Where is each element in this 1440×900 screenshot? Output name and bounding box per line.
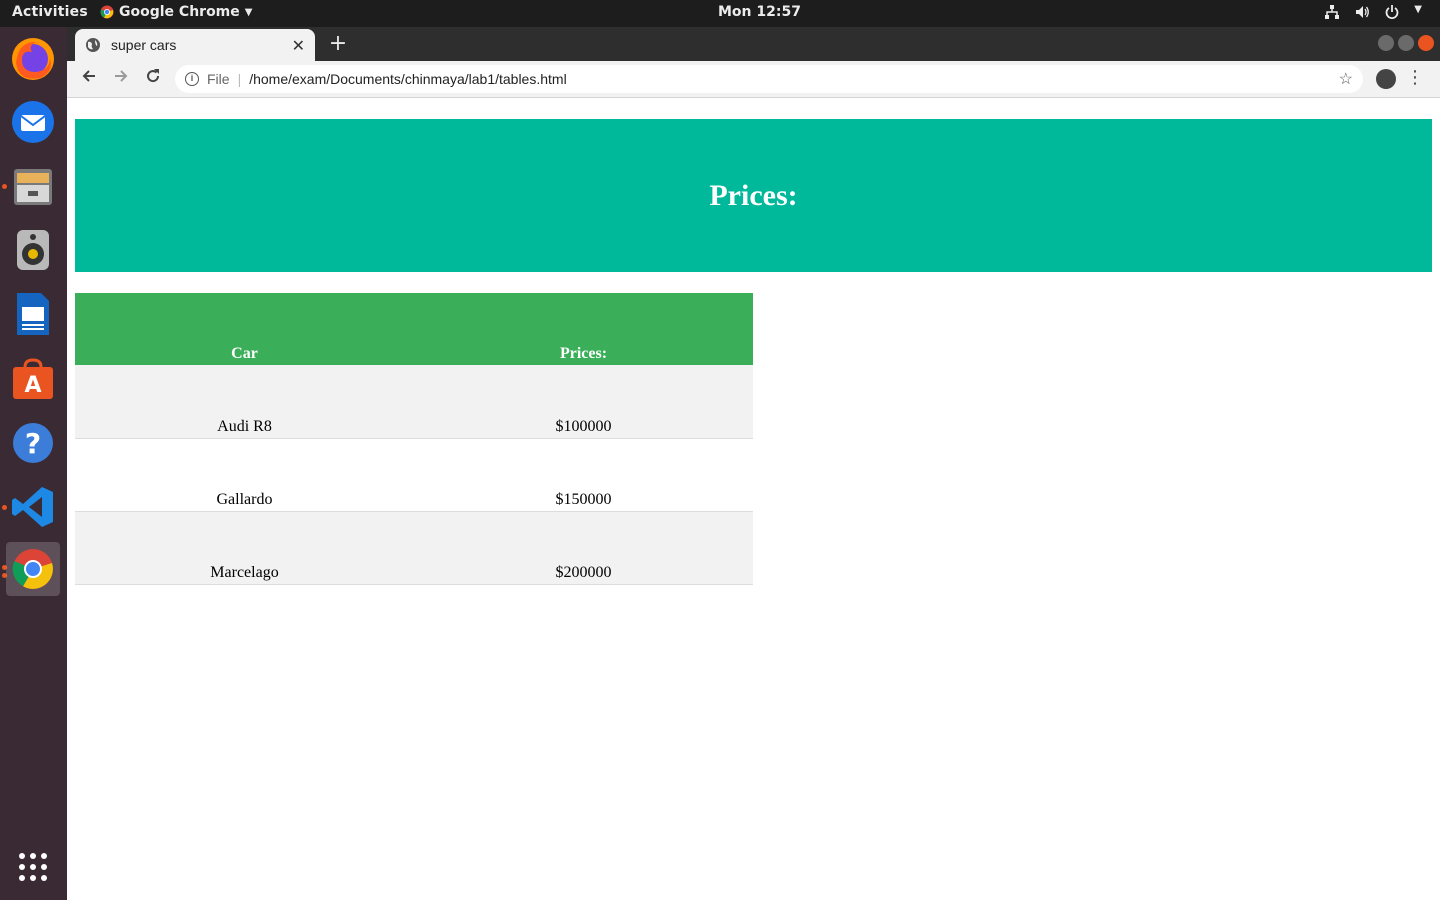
- column-header-car: Car: [75, 293, 414, 365]
- column-header-price: Prices:: [414, 293, 753, 365]
- profile-avatar-icon[interactable]: [1376, 69, 1396, 89]
- app-menu[interactable]: Google Chrome ▼: [100, 4, 252, 20]
- reload-button[interactable]: [141, 67, 165, 91]
- system-top-bar: Activities Google Chrome ▼ Mon 12:57 ▼: [0, 0, 1440, 27]
- price-cell: $100000: [414, 365, 753, 439]
- page-heading: Prices:: [709, 178, 798, 212]
- browser-toolbar: i File | /home/exam/Documents/chinmaya/l…: [67, 61, 1440, 98]
- software-center-icon: A: [13, 358, 53, 399]
- minimize-button[interactable]: [1378, 35, 1394, 51]
- forward-button[interactable]: [109, 67, 133, 91]
- browser-tab-strip: super cars ✕ +: [67, 27, 1440, 61]
- back-button[interactable]: [77, 67, 101, 91]
- new-tab-button[interactable]: +: [325, 31, 351, 57]
- dock-writer[interactable]: [6, 287, 60, 341]
- app-menu-label: Google Chrome: [119, 4, 240, 20]
- car-cell: Marcelago: [75, 511, 414, 585]
- writer-icon: [17, 293, 49, 335]
- power-icon: [1385, 5, 1399, 19]
- network-icon: [1325, 5, 1340, 19]
- thunderbird-icon: [12, 101, 54, 143]
- car-cell: Audi R8: [75, 365, 414, 439]
- table-row: Marcelago $200000: [75, 511, 753, 585]
- chrome-small-icon: [100, 5, 114, 19]
- dock: A ?: [0, 27, 67, 900]
- dock-firefox[interactable]: [6, 32, 60, 86]
- dock-software[interactable]: A: [6, 352, 60, 406]
- chevron-down-icon: ▼: [1414, 4, 1422, 15]
- svg-text:A: A: [24, 373, 41, 398]
- app-grid-icon: [19, 853, 47, 881]
- volume-icon: [1356, 6, 1370, 18]
- vscode-icon: [12, 487, 53, 527]
- chrome-icon: [12, 549, 53, 589]
- globe-icon: [86, 38, 100, 52]
- url-separator: |: [237, 71, 242, 87]
- car-cell: Gallardo: [75, 438, 414, 512]
- dock-files[interactable]: [6, 159, 60, 213]
- dock-show-apps[interactable]: [6, 840, 60, 894]
- arrow-right-icon: [115, 70, 128, 82]
- price-banner: Prices:: [75, 119, 1432, 272]
- close-window-button[interactable]: [1418, 35, 1434, 51]
- table-row: Audi R8 $100000: [75, 365, 753, 439]
- table-header-row: Car Prices:: [75, 293, 753, 365]
- dock-rhythmbox[interactable]: [6, 223, 60, 277]
- dock-thunderbird[interactable]: [6, 95, 60, 149]
- table-row: Gallardo $150000: [75, 438, 753, 512]
- system-tray[interactable]: ▼: [1324, 4, 1422, 20]
- reload-icon: [147, 69, 160, 83]
- tab-super-cars[interactable]: super cars ✕: [75, 29, 315, 61]
- speaker-icon: [17, 230, 49, 270]
- address-bar[interactable]: i File | /home/exam/Documents/chinmaya/l…: [175, 65, 1363, 93]
- svg-text:?: ?: [25, 427, 41, 460]
- price-cell: $200000: [414, 511, 753, 585]
- close-tab-icon[interactable]: ✕: [292, 36, 305, 55]
- clock[interactable]: Mon 12:57: [718, 4, 801, 20]
- bookmark-star-icon[interactable]: ☆: [1339, 69, 1353, 89]
- arrow-left-icon: [82, 70, 95, 82]
- firefox-icon: [12, 38, 54, 80]
- chevron-down-icon: ▼: [244, 6, 253, 18]
- maximize-button[interactable]: [1398, 35, 1414, 51]
- dock-chrome[interactable]: [6, 542, 60, 596]
- dock-help[interactable]: ?: [6, 416, 60, 470]
- url-scheme-label: File: [207, 71, 230, 87]
- info-icon[interactable]: i: [185, 72, 199, 86]
- price-cell: $150000: [414, 438, 753, 512]
- browser-menu-icon[interactable]: ⋮: [1406, 67, 1424, 88]
- tab-title: super cars: [111, 37, 177, 53]
- dock-vscode[interactable]: [6, 480, 60, 534]
- url-text: /home/exam/Documents/chinmaya/lab1/table…: [249, 71, 567, 87]
- activities-button[interactable]: Activities: [12, 4, 88, 20]
- window-controls: [1378, 35, 1434, 51]
- prices-table: Car Prices: Audi R8 $100000 Gallardo $15…: [75, 293, 753, 585]
- files-icon: [14, 169, 52, 205]
- help-icon: ?: [13, 423, 53, 463]
- page-content: Prices: Car Prices: Audi R8 $100000 Gall…: [67, 98, 1440, 900]
